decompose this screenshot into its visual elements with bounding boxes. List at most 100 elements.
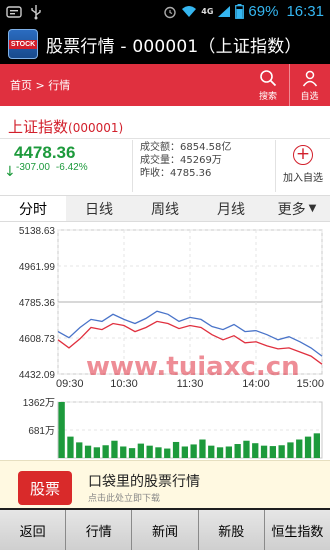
volume-bar bbox=[234, 444, 241, 458]
volume-bar bbox=[278, 445, 285, 458]
change-amount: -307.00 bbox=[16, 162, 50, 173]
status-bar: 4G 69% 16:31 bbox=[0, 0, 330, 24]
stock-stats: 成交额：6854.58亿 成交量：45269万 昨收：4785.36 bbox=[140, 141, 231, 180]
nav-quotes-button[interactable]: 行情 bbox=[66, 510, 133, 550]
volume-bar bbox=[260, 445, 268, 458]
volume-bar bbox=[269, 446, 276, 458]
tab-label: 周线 bbox=[151, 201, 179, 218]
add-watchlist-button[interactable]: + 加入自选 bbox=[276, 145, 330, 190]
volume-bar bbox=[93, 447, 100, 458]
volume-bar bbox=[128, 448, 136, 458]
notification-icon bbox=[6, 6, 22, 18]
triangle-down-icon: ▼ bbox=[308, 203, 317, 214]
y-tick-label: 4432.09 bbox=[19, 370, 56, 381]
volume-bar bbox=[313, 433, 320, 458]
self-select-label: 自选 bbox=[300, 91, 319, 102]
search-icon bbox=[260, 69, 277, 86]
period-tabs: 分时 日线 周线 月线 更多 ▼ bbox=[0, 195, 330, 222]
volume-bar bbox=[287, 442, 294, 458]
alarm-icon bbox=[164, 6, 176, 18]
ad-logo: 股票 bbox=[18, 471, 72, 505]
volume-bar bbox=[76, 442, 83, 458]
stock-name-text: 上证指数 bbox=[8, 118, 69, 136]
nav-news-button[interactable]: 新闻 bbox=[132, 510, 199, 550]
stock-price: 4478.36 bbox=[14, 143, 76, 162]
volume-bar bbox=[84, 445, 92, 458]
volume-bar bbox=[296, 439, 303, 458]
y-tick-label: 5138.63 bbox=[19, 226, 56, 237]
intraday-chart: 5138.63 4961.99 4785.36 4608.73 4432.09 09:30… bbox=[0, 222, 330, 460]
nav-back-button[interactable]: 返回 bbox=[0, 510, 67, 550]
app-title-bar: STOCK 股票行情 - 000001（上证指数） bbox=[0, 24, 330, 64]
volume-bar bbox=[146, 445, 153, 458]
ad-title: 口袋里的股票行情 bbox=[88, 474, 200, 490]
volume-bar bbox=[172, 441, 180, 458]
volume-bar bbox=[216, 447, 224, 458]
volume-bar bbox=[208, 445, 215, 458]
chart-svg: 5138.63 4961.99 4785.36 4608.73 4432.0909:30… bbox=[19, 226, 324, 459]
status-time: 16:31 bbox=[286, 3, 324, 20]
tab-label: 分时 bbox=[19, 201, 47, 218]
divider bbox=[0, 138, 330, 139]
app-icon-label: STOCK bbox=[8, 39, 38, 49]
prev-close: 昨收：4785.36 bbox=[140, 168, 212, 179]
stock-change: -307.00 -6.42% bbox=[16, 162, 94, 173]
page-title: 股票行情 - 000001（上证指数） bbox=[46, 36, 302, 57]
add-watchlist-label: 加入自选 bbox=[283, 173, 323, 184]
x-tick-label: 09:30 bbox=[56, 378, 84, 390]
bottom-nav: 返回 行情 新闻 新股 恒生指数 bbox=[0, 508, 330, 550]
usb-icon bbox=[31, 5, 41, 20]
breadcrumb[interactable]: 首页 > 行情 bbox=[10, 77, 70, 93]
search-label: 搜索 bbox=[258, 91, 277, 102]
volume-bar bbox=[102, 445, 109, 458]
tab-more[interactable]: 更多 ▼ bbox=[264, 196, 330, 221]
stock-code: (000001) bbox=[68, 121, 124, 135]
x-tick-label: 15:00 bbox=[296, 378, 324, 390]
y-tick-label: 4785.36 bbox=[19, 298, 56, 309]
volume-bar bbox=[190, 444, 197, 458]
y-tick-label: 4608.73 bbox=[19, 334, 56, 345]
plus-icon: + bbox=[293, 145, 313, 165]
volume-bar bbox=[252, 443, 259, 458]
volume-bar bbox=[199, 439, 206, 458]
watermark-text: www.tuiaxc.cn bbox=[86, 352, 300, 382]
tab-label: 日线 bbox=[85, 201, 113, 218]
volume-bar bbox=[111, 440, 118, 458]
tab-intraday[interactable]: 分时 bbox=[0, 196, 66, 221]
nav-ipo-button[interactable]: 新股 bbox=[198, 510, 265, 550]
tab-weekly[interactable]: 周线 bbox=[132, 196, 198, 221]
network-label: 4G bbox=[201, 7, 214, 16]
nav-hang-seng-button[interactable]: 恒生指数 bbox=[264, 510, 330, 550]
y-tick-label: 4961.99 bbox=[19, 262, 56, 273]
tab-monthly[interactable]: 月线 bbox=[198, 196, 264, 221]
volume-bar bbox=[120, 446, 127, 458]
volume-bar bbox=[67, 436, 74, 458]
tab-label: 更多 bbox=[277, 201, 306, 218]
volume-bar bbox=[137, 443, 144, 458]
volume-bar bbox=[58, 402, 65, 458]
self-select-button[interactable]: 自选 bbox=[289, 64, 329, 106]
battery-icon bbox=[235, 4, 245, 19]
app-icon: STOCK bbox=[8, 29, 38, 59]
volume-bar bbox=[181, 446, 188, 458]
volume-tick-label: 1362万 bbox=[23, 398, 55, 409]
tab-daily[interactable]: 日线 bbox=[66, 196, 132, 221]
wifi-icon bbox=[182, 6, 197, 17]
battery-percent: 69% bbox=[248, 3, 279, 20]
volume-bar bbox=[164, 448, 171, 458]
turnover: 成交额：6854.58亿 bbox=[140, 142, 232, 153]
stock-name: 上证指数(000001) bbox=[8, 116, 123, 137]
volume-tick-label: 681万 bbox=[28, 426, 55, 437]
volume-bar bbox=[304, 436, 312, 458]
volume-bar bbox=[243, 440, 250, 458]
ad-subtitle: 点击此处立即下载 bbox=[88, 494, 161, 504]
tab-label: 月线 bbox=[217, 201, 245, 218]
down-arrow-icon: ↓ bbox=[4, 164, 16, 180]
ad-banner[interactable]: 股票 口袋里的股票行情 点击此处立即下载 bbox=[0, 460, 330, 508]
divider bbox=[132, 140, 133, 192]
volume-bar bbox=[155, 447, 162, 458]
volume-bar bbox=[225, 446, 232, 458]
nav-bar: 首页 > 行情 搜索 自选 bbox=[0, 64, 330, 106]
volume: 成交量：45269万 bbox=[140, 155, 222, 166]
search-button[interactable]: 搜索 bbox=[248, 64, 288, 106]
